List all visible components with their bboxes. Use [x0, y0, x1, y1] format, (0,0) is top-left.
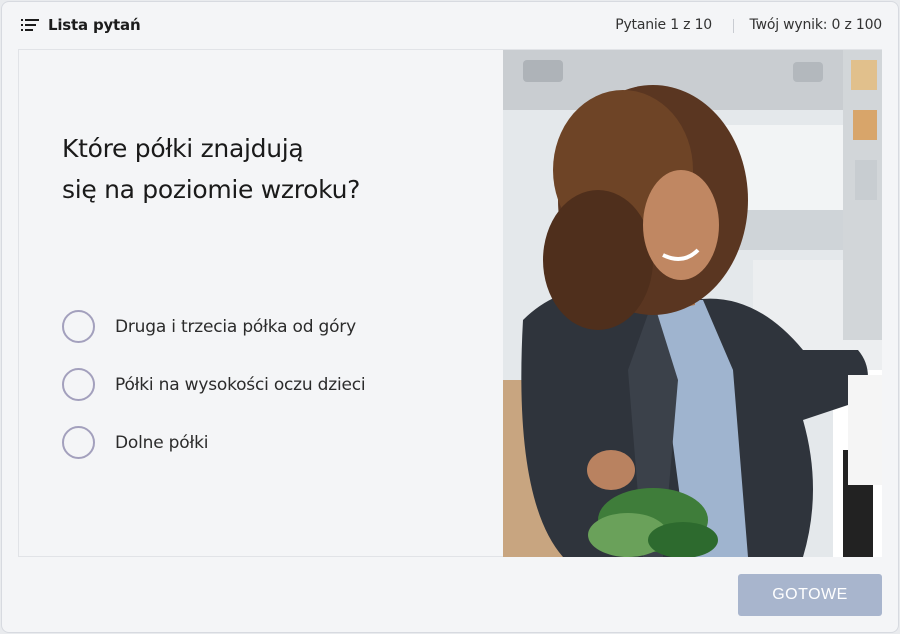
question-line-2: się na poziomie wzroku? — [62, 175, 361, 204]
quiz-window: Lista pytań Pytanie 1 z 10 Twój wynik: 0… — [1, 1, 899, 633]
answer-radio-3[interactable] — [62, 426, 95, 459]
answer-label-3: Dolne półki — [115, 432, 209, 453]
score-text: Twój wynik: 0 z 100 — [749, 17, 883, 33]
question-list-button[interactable]: Lista pytań — [21, 14, 141, 36]
answer-option-3[interactable]: Dolne półki — [62, 425, 365, 460]
answer-label-2: Półki na wysokości oczu dzieci — [115, 374, 366, 395]
question-line-1: Które półki znajdują — [62, 134, 304, 163]
question-text: Które półki znajdują się na poziomie wzr… — [62, 128, 482, 210]
list-icon — [21, 19, 39, 31]
answer-option-2[interactable]: Półki na wysokości oczu dzieci — [62, 367, 366, 402]
answer-label-1: Druga i trzecia półka od góry — [115, 316, 356, 337]
answer-list: Druga i trzecia półka od góry Półki na w… — [62, 309, 366, 483]
answer-radio-2[interactable] — [62, 368, 95, 401]
quiz-header: Lista pytań Pytanie 1 z 10 Twój wynik: 0… — [2, 2, 898, 48]
question-progress: Pytanie 1 z 10 — [615, 17, 712, 33]
done-button[interactable]: GOTOWE — [738, 574, 882, 616]
question-card: Które półki znajdują się na poziomie wzr… — [18, 49, 882, 557]
question-list-label: Lista pytań — [48, 16, 141, 34]
answer-option-1[interactable]: Druga i trzecia półka od góry — [62, 309, 365, 344]
shopper-illustration — [503, 50, 882, 557]
answer-radio-1[interactable] — [62, 310, 95, 343]
question-photo — [503, 50, 882, 557]
header-divider — [733, 19, 734, 33]
